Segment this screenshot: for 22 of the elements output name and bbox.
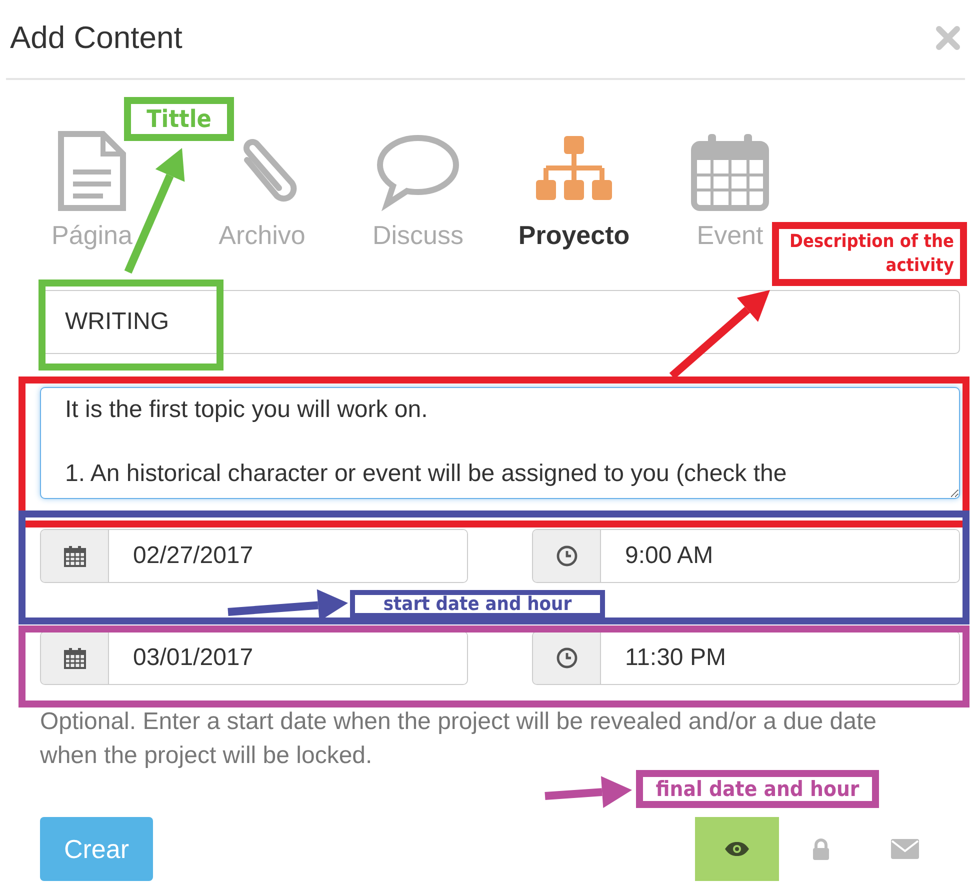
eye-icon [724,841,750,857]
envelope-icon [891,839,919,859]
close-icon[interactable] [935,25,961,51]
date-field[interactable]: 02/27/2017 [40,529,468,583]
lock-icon [812,838,830,860]
clock-icon [556,545,578,567]
clock-icon [556,647,578,669]
document-icon [57,130,127,212]
annotation-label: Tittle [124,97,234,141]
annotation-label: final date and hour [636,770,879,808]
visibility-toggle[interactable] [695,817,779,881]
time-field[interactable]: 11:30 PM [532,631,960,685]
description-field[interactable]: It is the first topic you will work on. 1. An historical character or event will be assigned to you (check the [40,387,960,499]
date-field[interactable]: 03/01/2017 [40,631,468,685]
calendar-icon [64,647,86,669]
content-type-tab[interactable]: Proyecto [518,130,630,251]
calendar-icon [64,545,86,567]
annotation-label: Description of the activity [772,222,967,286]
annotation-label: start date and hour [350,590,605,618]
dialog-title: Add Content [10,20,182,56]
help-text: Optional. Enter a start date when the project will be revealed and/or a due date when the project will be locked. [40,707,878,771]
time-field[interactable]: 9:00 AM [532,529,960,583]
